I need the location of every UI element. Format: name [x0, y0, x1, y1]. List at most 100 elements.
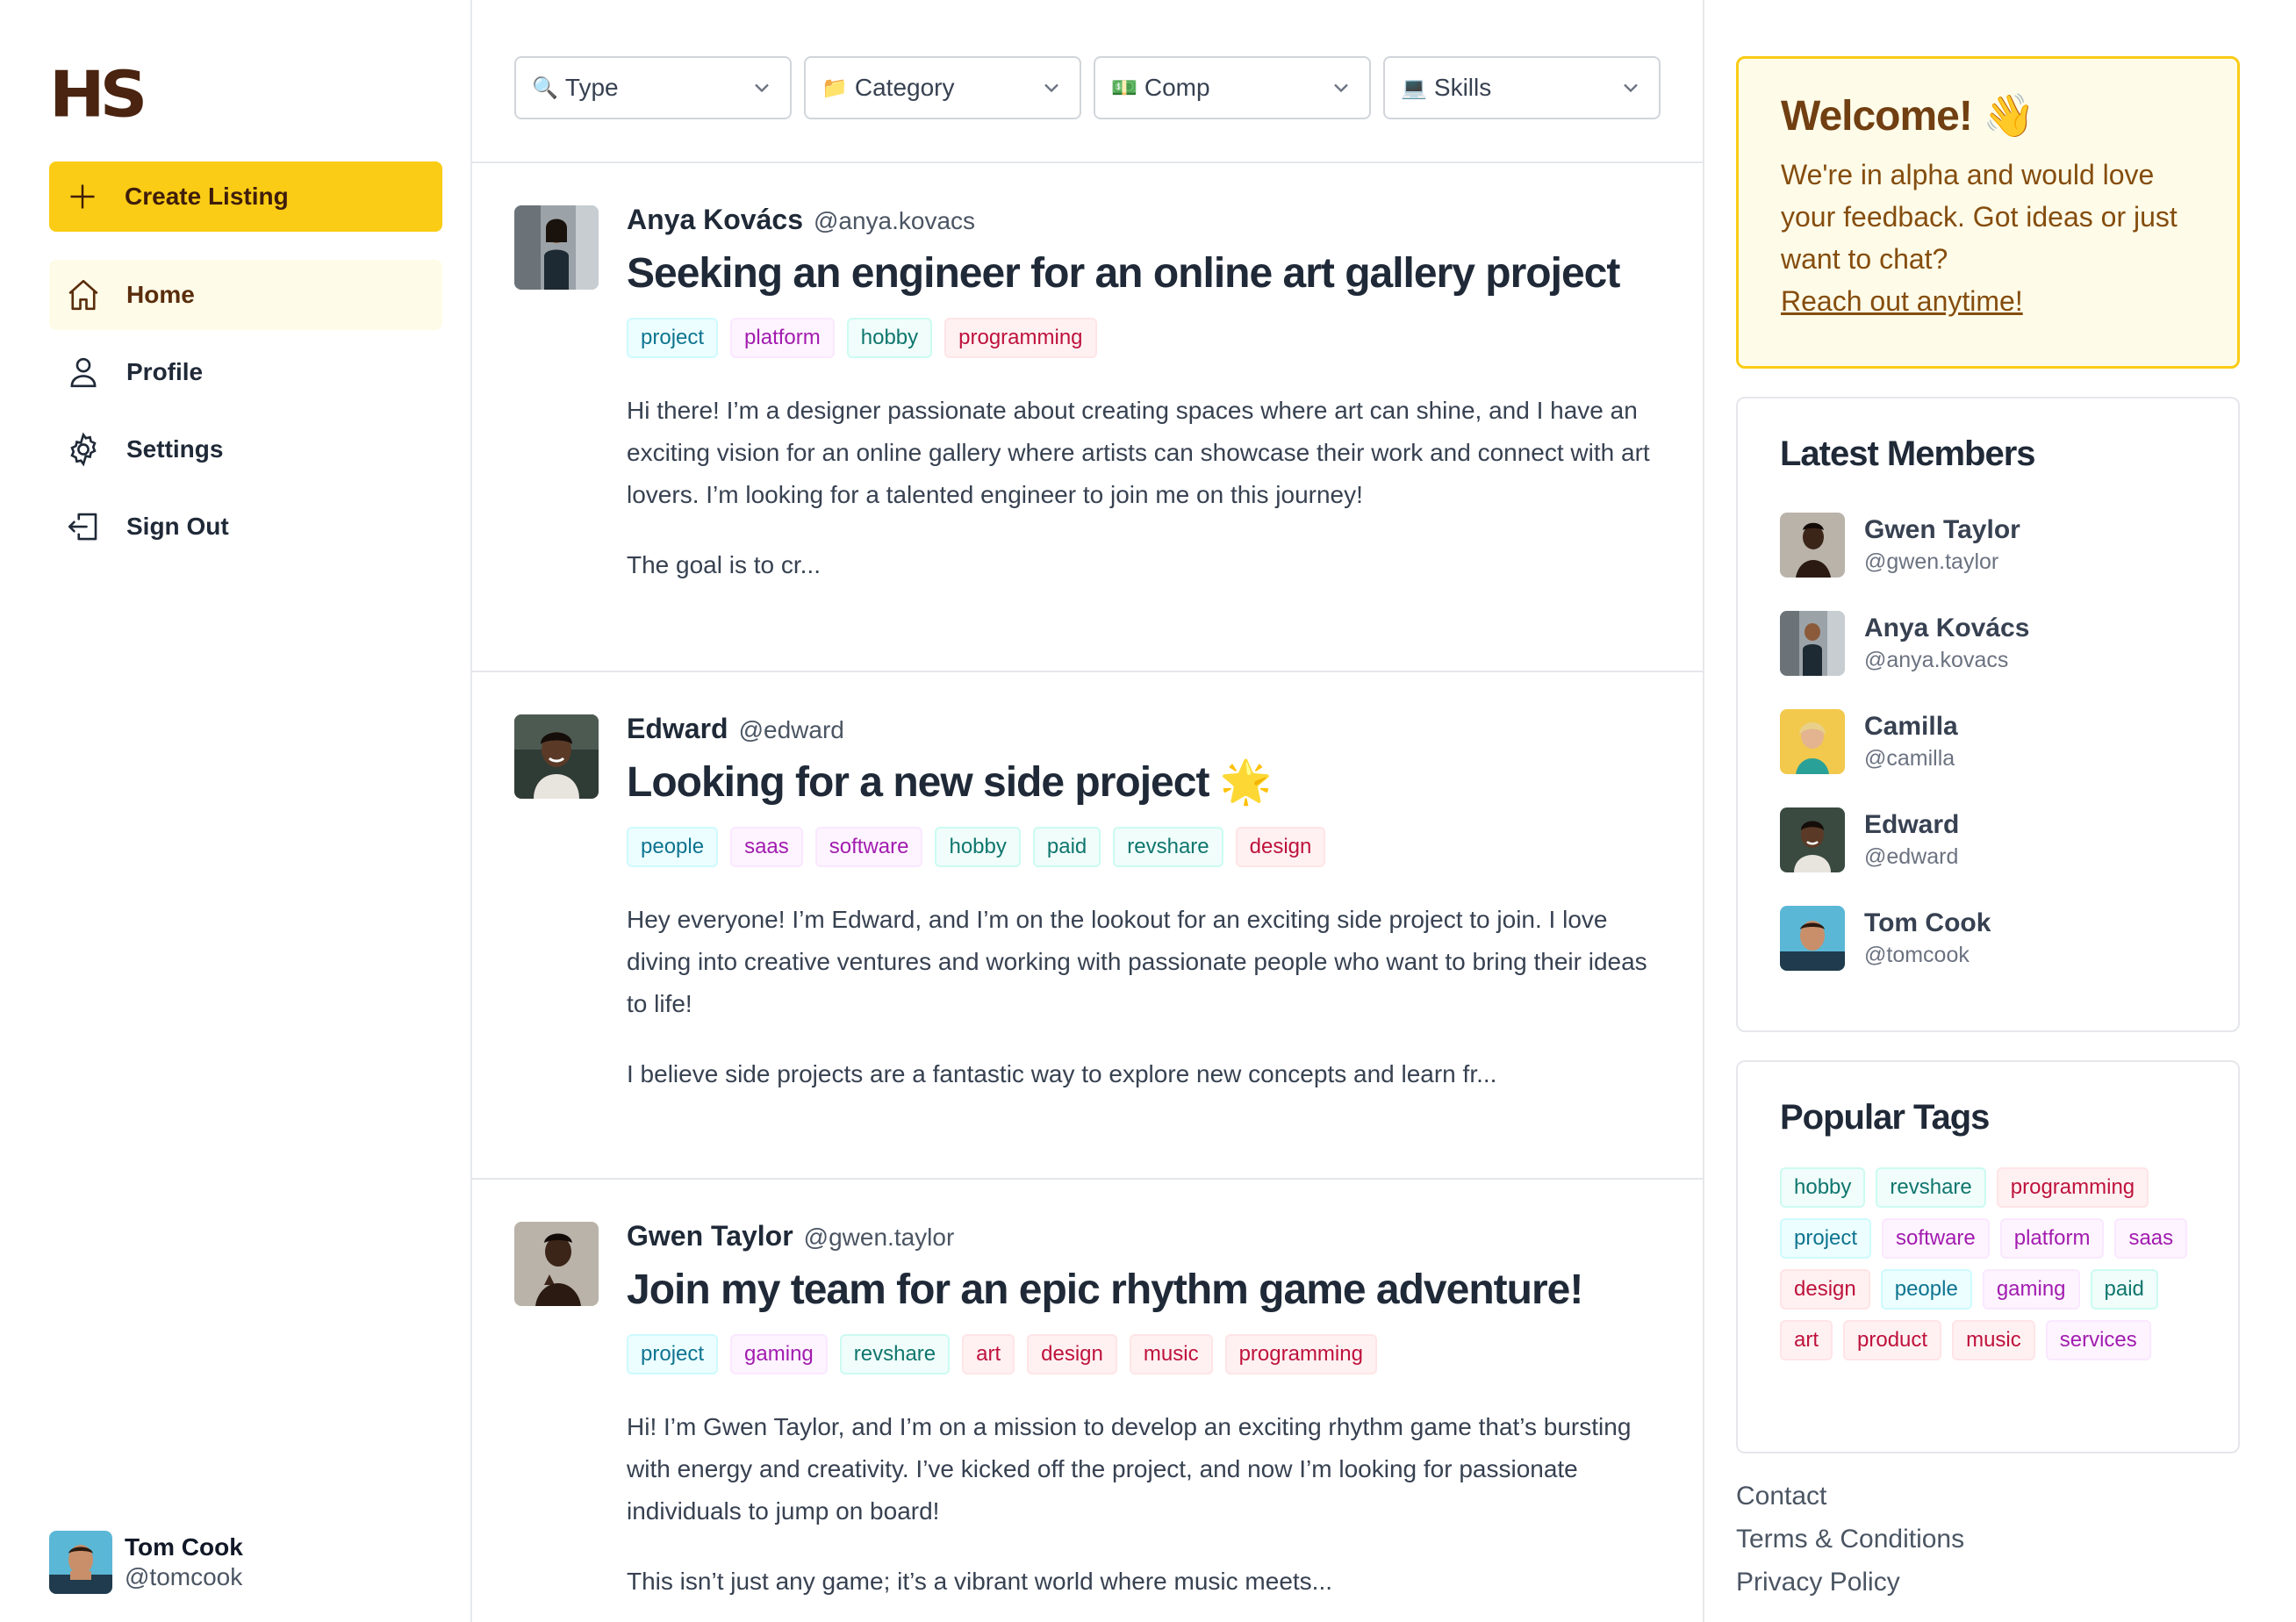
post-author-name[interactable]: Edward — [627, 713, 728, 745]
post-tags: project platform hobby programming — [627, 318, 1661, 358]
avatar[interactable] — [514, 714, 599, 799]
tag-platform[interactable]: platform — [730, 318, 835, 358]
tag-design[interactable]: design — [1780, 1269, 1870, 1310]
post-paragraph: This isn’t just any game; it’s a vibrant… — [627, 1568, 1333, 1595]
member-item[interactable]: Gwen Taylor @gwen.taylor — [1780, 513, 2196, 578]
member-handle: @gwen.taylor — [1864, 549, 1999, 574]
post-card[interactable]: Anya Kovács @anya.kovacs Seeking an engi… — [472, 163, 1703, 672]
post-title[interactable]: Join my team for an epic rhythm game adv… — [627, 1262, 1661, 1318]
filter-label: Comp — [1144, 74, 1210, 101]
post-paragraph: I believe side projects are a fantastic … — [627, 1060, 1497, 1087]
tag-project[interactable]: project — [627, 1334, 719, 1374]
nav-item-sign-out[interactable]: Sign Out — [49, 492, 442, 562]
nav-label: Home — [126, 281, 195, 308]
latest-members-card: Latest Members Gwen Taylor @gwen.taylor A… — [1736, 397, 2240, 1032]
tag-services[interactable]: services — [2045, 1320, 2151, 1360]
filter-label: Skills — [1433, 74, 1492, 101]
post-excerpt: Hi! I’m Gwen Taylor, and I’m on a missio… — [627, 1406, 1661, 1603]
tag-platform[interactable]: platform — [1999, 1218, 2105, 1259]
tag-revshare[interactable]: revshare — [839, 1334, 951, 1374]
tag-software[interactable]: software — [814, 827, 923, 867]
tag-programming[interactable]: programming — [1996, 1167, 2149, 1208]
footer-links: Contact Terms & Conditions Privacy Polic… — [1736, 1475, 1964, 1604]
home-icon — [68, 279, 98, 311]
nav-item-settings[interactable]: Settings — [49, 414, 442, 484]
post-title[interactable]: Seeking an engineer for an online art ga… — [627, 246, 1661, 302]
post-tags: people saas software hobby paid revshare desig… — [627, 827, 1661, 867]
tag-people[interactable]: people — [627, 827, 719, 867]
privacy-link[interactable]: Privacy Policy — [1736, 1561, 1964, 1604]
member-item[interactable]: Anya Kovács @anya.kovacs — [1780, 611, 2196, 676]
filter-skills[interactable]: 💻 Skills — [1383, 56, 1661, 119]
create-listing-label: Create Listing — [125, 183, 289, 210]
tag-programming[interactable]: programming — [1224, 1334, 1377, 1374]
tag-hobby[interactable]: hobby — [1780, 1167, 1866, 1208]
member-item[interactable]: Tom Cook @tomcook — [1780, 906, 2196, 971]
tag-revshare[interactable]: revshare — [1876, 1167, 1986, 1208]
tag-hobby[interactable]: hobby — [935, 827, 1021, 867]
post-card[interactable]: Edward @edward Looking for a new side pr… — [472, 672, 1703, 1180]
avatar — [1780, 906, 1845, 971]
tag-project[interactable]: project — [627, 318, 719, 358]
post-title[interactable]: Looking for a new side project 🌟 — [627, 755, 1661, 811]
welcome-card: Welcome! 👋 We're in alpha and would love… — [1736, 56, 2240, 369]
tag-gaming[interactable]: gaming — [730, 1334, 828, 1374]
member-name: Anya Kovács — [1864, 614, 2030, 642]
tag-art[interactable]: art — [962, 1334, 1015, 1374]
tag-design[interactable]: design — [1027, 1334, 1117, 1374]
reach-out-link[interactable]: Reach out anytime! — [1781, 280, 2195, 322]
tag-saas[interactable]: saas — [730, 827, 803, 867]
tag-paid[interactable]: paid — [2090, 1269, 2158, 1310]
post-paragraph: Hey everyone! I’m Edward, and I’m on the… — [627, 906, 1647, 1017]
logo[interactable]: HS — [49, 62, 147, 126]
gear-icon — [70, 432, 97, 467]
member-name: Tom Cook — [1864, 908, 1991, 937]
post-author-name[interactable]: Gwen Taylor — [627, 1220, 793, 1252]
member-item[interactable]: Edward @edward — [1780, 807, 2196, 872]
avatar — [49, 1531, 112, 1594]
tag-paid[interactable]: paid — [1032, 827, 1101, 867]
user-name: Tom Cook — [125, 1533, 243, 1561]
welcome-title: Welcome! 👋 — [1781, 93, 2035, 140]
tag-music[interactable]: music — [1129, 1334, 1213, 1374]
magnifier-icon: 🔍 — [532, 75, 558, 100]
tag-programming[interactable]: programming — [944, 318, 1097, 358]
tag-people[interactable]: people — [1880, 1269, 1972, 1310]
terms-link[interactable]: Terms & Conditions — [1736, 1518, 1964, 1561]
member-item[interactable]: Camilla @camilla — [1780, 709, 2196, 774]
avatar[interactable] — [514, 1222, 599, 1306]
right-sidebar: Welcome! 👋 We're in alpha and would love… — [1704, 0, 2296, 1622]
post-author-name[interactable]: Anya Kovács — [627, 204, 803, 236]
create-listing-button[interactable]: Create Listing — [49, 161, 442, 232]
nav-item-profile[interactable]: Profile — [49, 337, 442, 407]
member-handle: @tomcook — [1864, 943, 1970, 967]
filter-type[interactable]: 🔍 Type — [514, 56, 792, 119]
popular-tags-card: Popular Tags hobby revshare programming pro… — [1736, 1060, 2240, 1453]
tag-software[interactable]: software — [1882, 1218, 1990, 1259]
member-name: Camilla — [1864, 712, 1958, 741]
avatar[interactable] — [514, 205, 599, 290]
chevron-down-icon — [1624, 83, 1638, 93]
current-user[interactable]: Tom Cook @tomcook — [49, 1531, 243, 1594]
contact-link[interactable]: Contact — [1736, 1475, 1964, 1518]
tag-revshare[interactable]: revshare — [1113, 827, 1223, 867]
plus-icon — [70, 184, 95, 209]
nav-item-home[interactable]: Home — [49, 260, 442, 330]
tag-product[interactable]: product — [1843, 1320, 1942, 1360]
tag-design[interactable]: design — [1235, 827, 1326, 867]
filter-comp[interactable]: 💵 Comp — [1094, 56, 1371, 119]
sign-out-icon — [68, 513, 97, 541]
filter-category[interactable]: 📁 Category — [804, 56, 1081, 119]
filter-bar: 🔍 Type 📁 Category 💵 Comp 💻 Skills — [472, 0, 1703, 163]
post-card[interactable]: Gwen Taylor @gwen.taylor Join my team fo… — [472, 1180, 1703, 1622]
member-name: Gwen Taylor — [1864, 515, 2020, 544]
tag-hobby[interactable]: hobby — [846, 318, 933, 358]
tag-gaming[interactable]: gaming — [1982, 1269, 2080, 1310]
nav-label: Settings — [126, 435, 224, 463]
member-handle: @edward — [1864, 844, 1959, 869]
tag-art[interactable]: art — [1780, 1320, 1833, 1360]
tag-project[interactable]: project — [1780, 1218, 1872, 1259]
tag-saas[interactable]: saas — [2114, 1218, 2188, 1259]
tag-music[interactable]: music — [1952, 1320, 2035, 1360]
popular-tags-title: Popular Tags — [1780, 1098, 1990, 1137]
